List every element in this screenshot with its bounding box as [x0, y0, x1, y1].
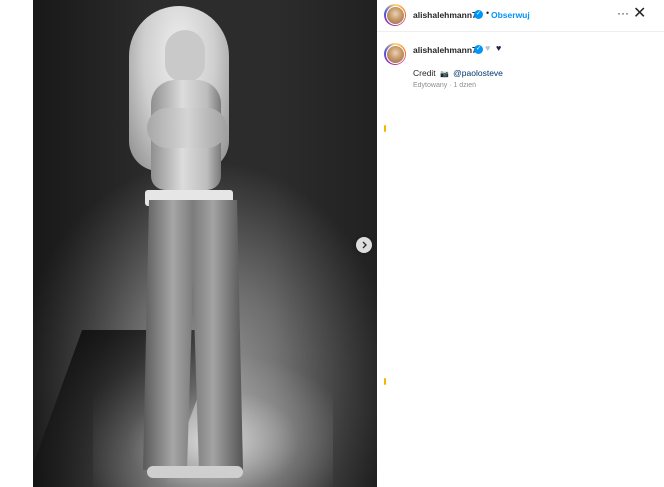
- post-media: [0, 0, 377, 487]
- header-username[interactable]: alishalehmann7: [413, 10, 477, 20]
- header-divider: [377, 31, 664, 32]
- heart-light-icon: ♥: [485, 43, 491, 53]
- model-feet: [147, 466, 243, 478]
- caption-avatar[interactable]: [384, 43, 406, 65]
- credit-label: Credit: [413, 68, 436, 78]
- model-figure: [33, 0, 377, 487]
- caption-text: Credit 📷 @paolosteve: [413, 68, 503, 78]
- header-separator: •: [486, 8, 490, 18]
- caption: alishalehmann7 ✓ ♥ ♥ Credit 📷 @paolostev…: [377, 40, 664, 100]
- mention-link[interactable]: @paolosteve: [453, 68, 503, 78]
- next-photo-button[interactable]: [356, 237, 372, 253]
- verified-badge-icon: ✓: [474, 10, 483, 19]
- model-face: [165, 30, 205, 82]
- caption-username[interactable]: alishalehmann7: [413, 45, 477, 55]
- more-options-icon[interactable]: ···: [617, 6, 629, 20]
- verified-badge-icon: ✓: [474, 45, 483, 54]
- scroll-marker: [384, 125, 386, 132]
- post-photo[interactable]: [33, 0, 377, 487]
- avatar[interactable]: [384, 4, 406, 26]
- model-arms: [147, 108, 227, 148]
- edited-timestamp: Edytowany · 1 dzień: [413, 82, 477, 89]
- scroll-marker: [384, 378, 386, 385]
- follow-button[interactable]: Obserwuj: [491, 10, 530, 20]
- camera-icon: 📷: [440, 71, 449, 78]
- heart-dark-icon: ♥: [496, 43, 502, 53]
- chevron-right-icon: [362, 241, 367, 249]
- model-jeans: [143, 200, 243, 470]
- post-sidebar: alishalehmann7 ✓ • Obserwuj ··· ✕ alisha…: [377, 0, 664, 487]
- post-header: alishalehmann7 ✓ • Obserwuj ··· ✕: [377, 0, 664, 30]
- close-icon[interactable]: ✕: [633, 3, 646, 23]
